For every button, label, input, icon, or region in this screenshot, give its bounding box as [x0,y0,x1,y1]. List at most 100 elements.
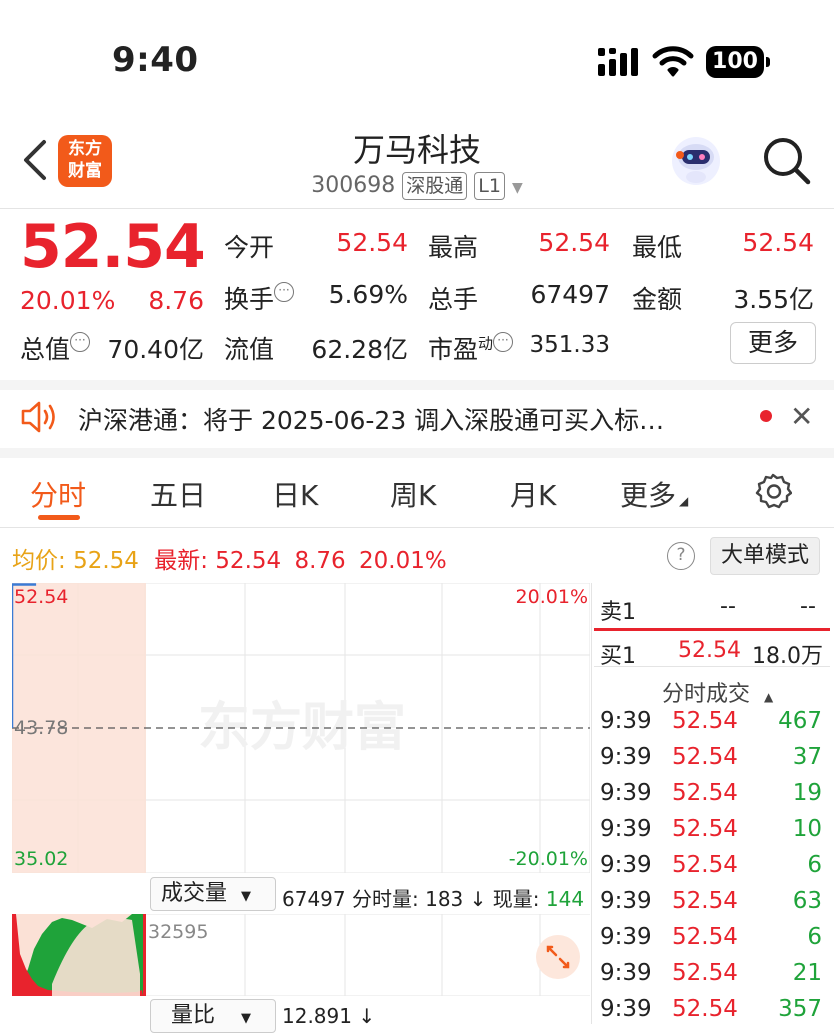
tab-more[interactable]: 更多 ◢ [620,474,688,514]
divider [0,380,834,390]
tick-row: 9:39 52.54 467 [600,708,828,744]
tab-monthly-k[interactable]: 月K [510,474,556,514]
arrow-down-icon: ↓ [358,1004,376,1028]
big-order-mode-button[interactable]: 大单模式 [710,537,820,575]
ticks-title[interactable]: 分时成交 ▲ [662,676,773,708]
tick-row: 9:39 52.54 10 [600,816,828,852]
tick-price: 52.54 [672,708,738,734]
stock-code: 300698 [311,173,396,198]
pe-label: 市盈动 ··· [428,330,514,366]
info-icon[interactable]: ··· [274,282,295,302]
pct-low-label: -20.01% [509,848,588,870]
turnover-value: 5.69% [328,280,408,309]
tick-price: 52.54 [672,744,738,770]
tick-time: 9:39 [600,924,652,950]
battery-icon: 100 [706,46,770,78]
arrow-down-icon: ↓ [469,887,487,911]
panel-divider [591,583,592,1024]
tab-daily-k[interactable]: 日K [272,474,318,514]
tick-volume: 10 [792,816,822,842]
turnover-label: 换手 ··· [224,280,295,316]
low-label: 最低 [632,233,683,262]
wifi-icon [652,46,694,77]
volume-label: 总手 [428,285,479,314]
tab-weekly-k[interactable]: 周K [390,474,436,514]
tick-volume: 19 [792,780,822,806]
tick-row: 9:39 52.54 6 [600,924,828,960]
caret-icon: ◢ [679,494,689,508]
tick-time: 9:39 [600,708,652,734]
tick-row: 9:39 52.54 21 [600,960,828,996]
search-icon[interactable] [760,134,812,186]
float-label: 流值 [224,335,275,364]
tick-price: 52.54 [672,960,738,986]
pe-value: 351.33 [529,332,610,358]
low-value: 52.54 [742,228,814,257]
status-time: 9:40 [112,40,199,80]
close-icon[interactable]: ✕ [790,400,813,433]
tick-row: 9:39 52.54 357 [600,996,828,1032]
tick-time: 9:39 [600,888,652,914]
info-icon[interactable]: ··· [493,332,514,352]
speaker-icon [21,401,55,433]
y-high-label: 52.54 [14,586,68,608]
cellular-signal-icon [598,48,638,76]
tab-intraday[interactable]: 分时 [30,474,86,514]
change-pct: 20.01% [20,286,116,315]
chart-legend: 均价: 52.54 最新: 52.54 8.76 20.01% [12,548,447,574]
divider [594,666,830,667]
tick-volume: 6 [807,924,822,950]
tick-price: 52.54 [672,780,738,806]
high-value: 52.54 [538,228,610,257]
y-low-label: 35.02 [14,848,68,870]
open-label: 今开 [224,233,275,262]
tick-time: 9:39 [600,744,652,770]
tick-time: 9:39 [600,960,652,986]
ratio-selector[interactable]: 量比 ▼ [150,999,276,1033]
amount-label: 金额 [632,285,683,314]
tick-price: 52.54 [672,852,738,878]
tick-price: 52.54 [672,996,738,1022]
dropdown-icon: ▼ [241,889,252,904]
volume-max-label: 32595 [148,921,208,943]
assistant-robot-icon[interactable] [670,135,722,187]
volume-value: 67497 [530,280,610,309]
tick-volume: 467 [778,708,822,734]
tab-indicator [38,515,80,520]
mcap-value: 70.40亿 [107,335,204,364]
open-value: 52.54 [336,228,408,257]
tick-row: 9:39 52.54 63 [600,888,828,924]
tick-time: 9:39 [600,852,652,878]
mcap-label: 总值 ··· [20,330,91,366]
high-label: 最高 [428,233,479,262]
tag-connect: 深股通 [402,172,468,200]
tab-five-day[interactable]: 五日 [150,474,206,514]
tick-volume: 357 [778,996,822,1022]
tick-row: 9:39 52.54 19 [600,780,828,816]
change-value: 8.76 [148,286,204,315]
expand-icon[interactable] [536,935,580,979]
sort-up-icon: ▲ [764,690,774,704]
tick-price: 52.54 [672,816,738,842]
tick-price: 52.54 [672,924,738,950]
info-icon[interactable]: ··· [70,332,91,352]
gear-icon[interactable] [754,472,792,510]
tick-row: 9:39 52.54 6 [600,852,828,888]
volume-bar [143,914,146,996]
sell1-volume: -- [800,594,816,619]
tick-volume: 37 [792,744,822,770]
notice-text[interactable]: 沪深港通：将于 2025-06-23 调入深股通可买入标… [78,401,718,437]
tick-price: 52.54 [672,888,738,914]
divider [0,527,834,528]
volume-selector[interactable]: 成交量 ▼ [150,877,276,911]
sell1-label: 卖1 [600,600,636,625]
volume-info: 67497 分时量: 183 ↓ 现量: 144 [282,887,585,911]
divider [0,208,834,209]
intraday-chart[interactable]: 东方财富 52.54 43.78 35.02 20.01% -20.01% [12,583,590,873]
tick-time: 9:39 [600,780,652,806]
chevron-down-icon[interactable]: ▼ [512,180,523,196]
tick-volume: 6 [807,852,822,878]
more-button[interactable]: 更多 [730,322,816,364]
help-icon[interactable]: ? [667,542,695,570]
divider [0,448,834,458]
